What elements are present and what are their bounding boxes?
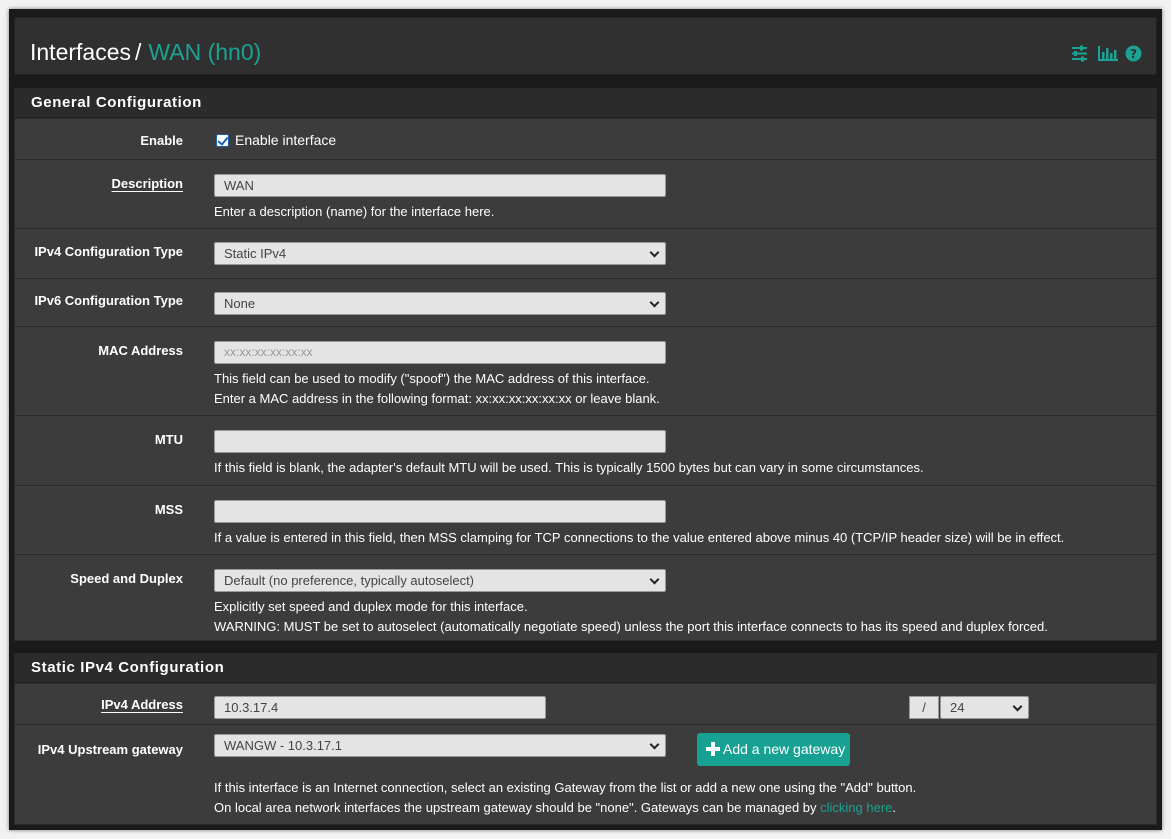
gateway-help-2-text: On local area network interfaces the ups…	[214, 800, 821, 815]
breadcrumb: Interfaces / WAN (hn0)	[30, 39, 261, 66]
gateway-help-1: If this interface is an Internet connect…	[214, 780, 917, 795]
mac-address-help-1: This field can be used to modify ("spoof…	[214, 371, 650, 386]
speed-duplex-label: Speed and Duplex	[70, 571, 183, 586]
ipv4-type-label: IPv4 Configuration Type	[34, 244, 183, 259]
breadcrumb-section[interactable]: Interfaces	[30, 39, 131, 65]
ipv4-gateway-row: IPv4 Upstream gateway WANGW - 10.3.17.1 …	[15, 724, 1156, 823]
static-ipv4-panel: Static IPv4 Configuration IPv4 Address 1…	[14, 653, 1157, 825]
speed-duplex-row: Speed and Duplex Default (no preference,…	[15, 554, 1156, 643]
sliders-icon[interactable]	[1071, 45, 1088, 62]
gateways-link[interactable]: clicking here	[820, 800, 892, 815]
speed-duplex-help-1: Explicitly set speed and duplex mode for…	[214, 599, 528, 614]
enable-row: Enable Enable interface	[15, 118, 1156, 159]
plus-icon	[705, 741, 721, 757]
ipv4-address-label[interactable]: IPv4 Address	[101, 697, 183, 712]
speed-duplex-select[interactable]: Default (no preference, typically autose…	[214, 569, 666, 592]
ipv4-type-row: IPv4 Configuration Type Static IPv4	[15, 228, 1156, 278]
mtu-row: MTU If this field is blank, the adapter'…	[15, 415, 1156, 485]
gateway-help-2-suffix: .	[892, 800, 897, 815]
ipv4-gateway-select[interactable]: WANGW - 10.3.17.1	[214, 734, 666, 757]
svg-text:?: ?	[1130, 47, 1137, 61]
gateway-help-2: On local area network interfaces the ups…	[214, 798, 896, 818]
cidr-slash: /	[909, 696, 939, 719]
description-input[interactable]: WAN	[214, 174, 666, 197]
header-icons: ?	[1071, 45, 1142, 62]
app-frame: Interfaces / WAN (hn0) ? General Configu…	[9, 9, 1162, 830]
speed-duplex-help-2: WARNING: MUST be set to autoselect (auto…	[214, 619, 1048, 634]
ipv6-type-select[interactable]: None	[214, 292, 666, 315]
ipv4-gateway-label: IPv4 Upstream gateway	[37, 742, 183, 757]
mtu-label: MTU	[154, 432, 183, 447]
panel-title: Static IPv4 Configuration	[15, 654, 1156, 683]
ipv4-address-input[interactable]: 10.3.17.4	[214, 696, 546, 719]
help-icon[interactable]: ?	[1125, 45, 1142, 62]
enable-checkbox[interactable]	[216, 134, 229, 147]
general-configuration-panel: General Configuration Enable Enable inte…	[14, 88, 1157, 641]
mss-label: MSS	[154, 502, 183, 517]
mac-address-label: MAC Address	[98, 343, 183, 358]
ipv4-address-row: IPv4 Address 10.3.17.4 / 24	[15, 683, 1156, 724]
cidr-select[interactable]: 24	[940, 696, 1029, 719]
mtu-input[interactable]	[214, 430, 666, 453]
ipv4-type-select[interactable]: Static IPv4	[214, 242, 666, 265]
breadcrumb-separator: /	[135, 39, 142, 65]
mac-address-help-2: Enter a MAC address in the following for…	[214, 391, 660, 406]
add-gateway-button[interactable]: Add a new gateway	[697, 733, 850, 766]
enable-checkbox-label[interactable]: Enable interface	[235, 132, 336, 148]
bar-chart-icon[interactable]	[1098, 45, 1118, 62]
mss-input[interactable]	[214, 500, 666, 523]
breadcrumb-current: WAN (hn0)	[148, 39, 262, 65]
ipv6-type-label: IPv6 Configuration Type	[34, 293, 183, 308]
mac-address-input[interactable]: xx:xx:xx:xx:xx:xx	[214, 341, 666, 364]
description-help: Enter a description (name) for the inter…	[214, 204, 495, 219]
page-header: Interfaces / WAN (hn0) ?	[14, 17, 1157, 75]
description-label[interactable]: Description	[111, 176, 183, 191]
mss-help: If a value is entered in this field, the…	[214, 530, 1065, 545]
add-gateway-label: Add a new gateway	[723, 741, 846, 757]
mtu-help: If this field is blank, the adapter's de…	[214, 460, 924, 475]
mss-row: MSS If a value is entered in this field,…	[15, 485, 1156, 554]
ipv6-type-row: IPv6 Configuration Type None	[15, 278, 1156, 326]
mac-address-row: MAC Address xx:xx:xx:xx:xx:xx This field…	[15, 326, 1156, 415]
panel-title: General Configuration	[15, 89, 1156, 118]
enable-label: Enable	[140, 133, 183, 148]
description-row: Description WAN Enter a description (nam…	[15, 159, 1156, 228]
